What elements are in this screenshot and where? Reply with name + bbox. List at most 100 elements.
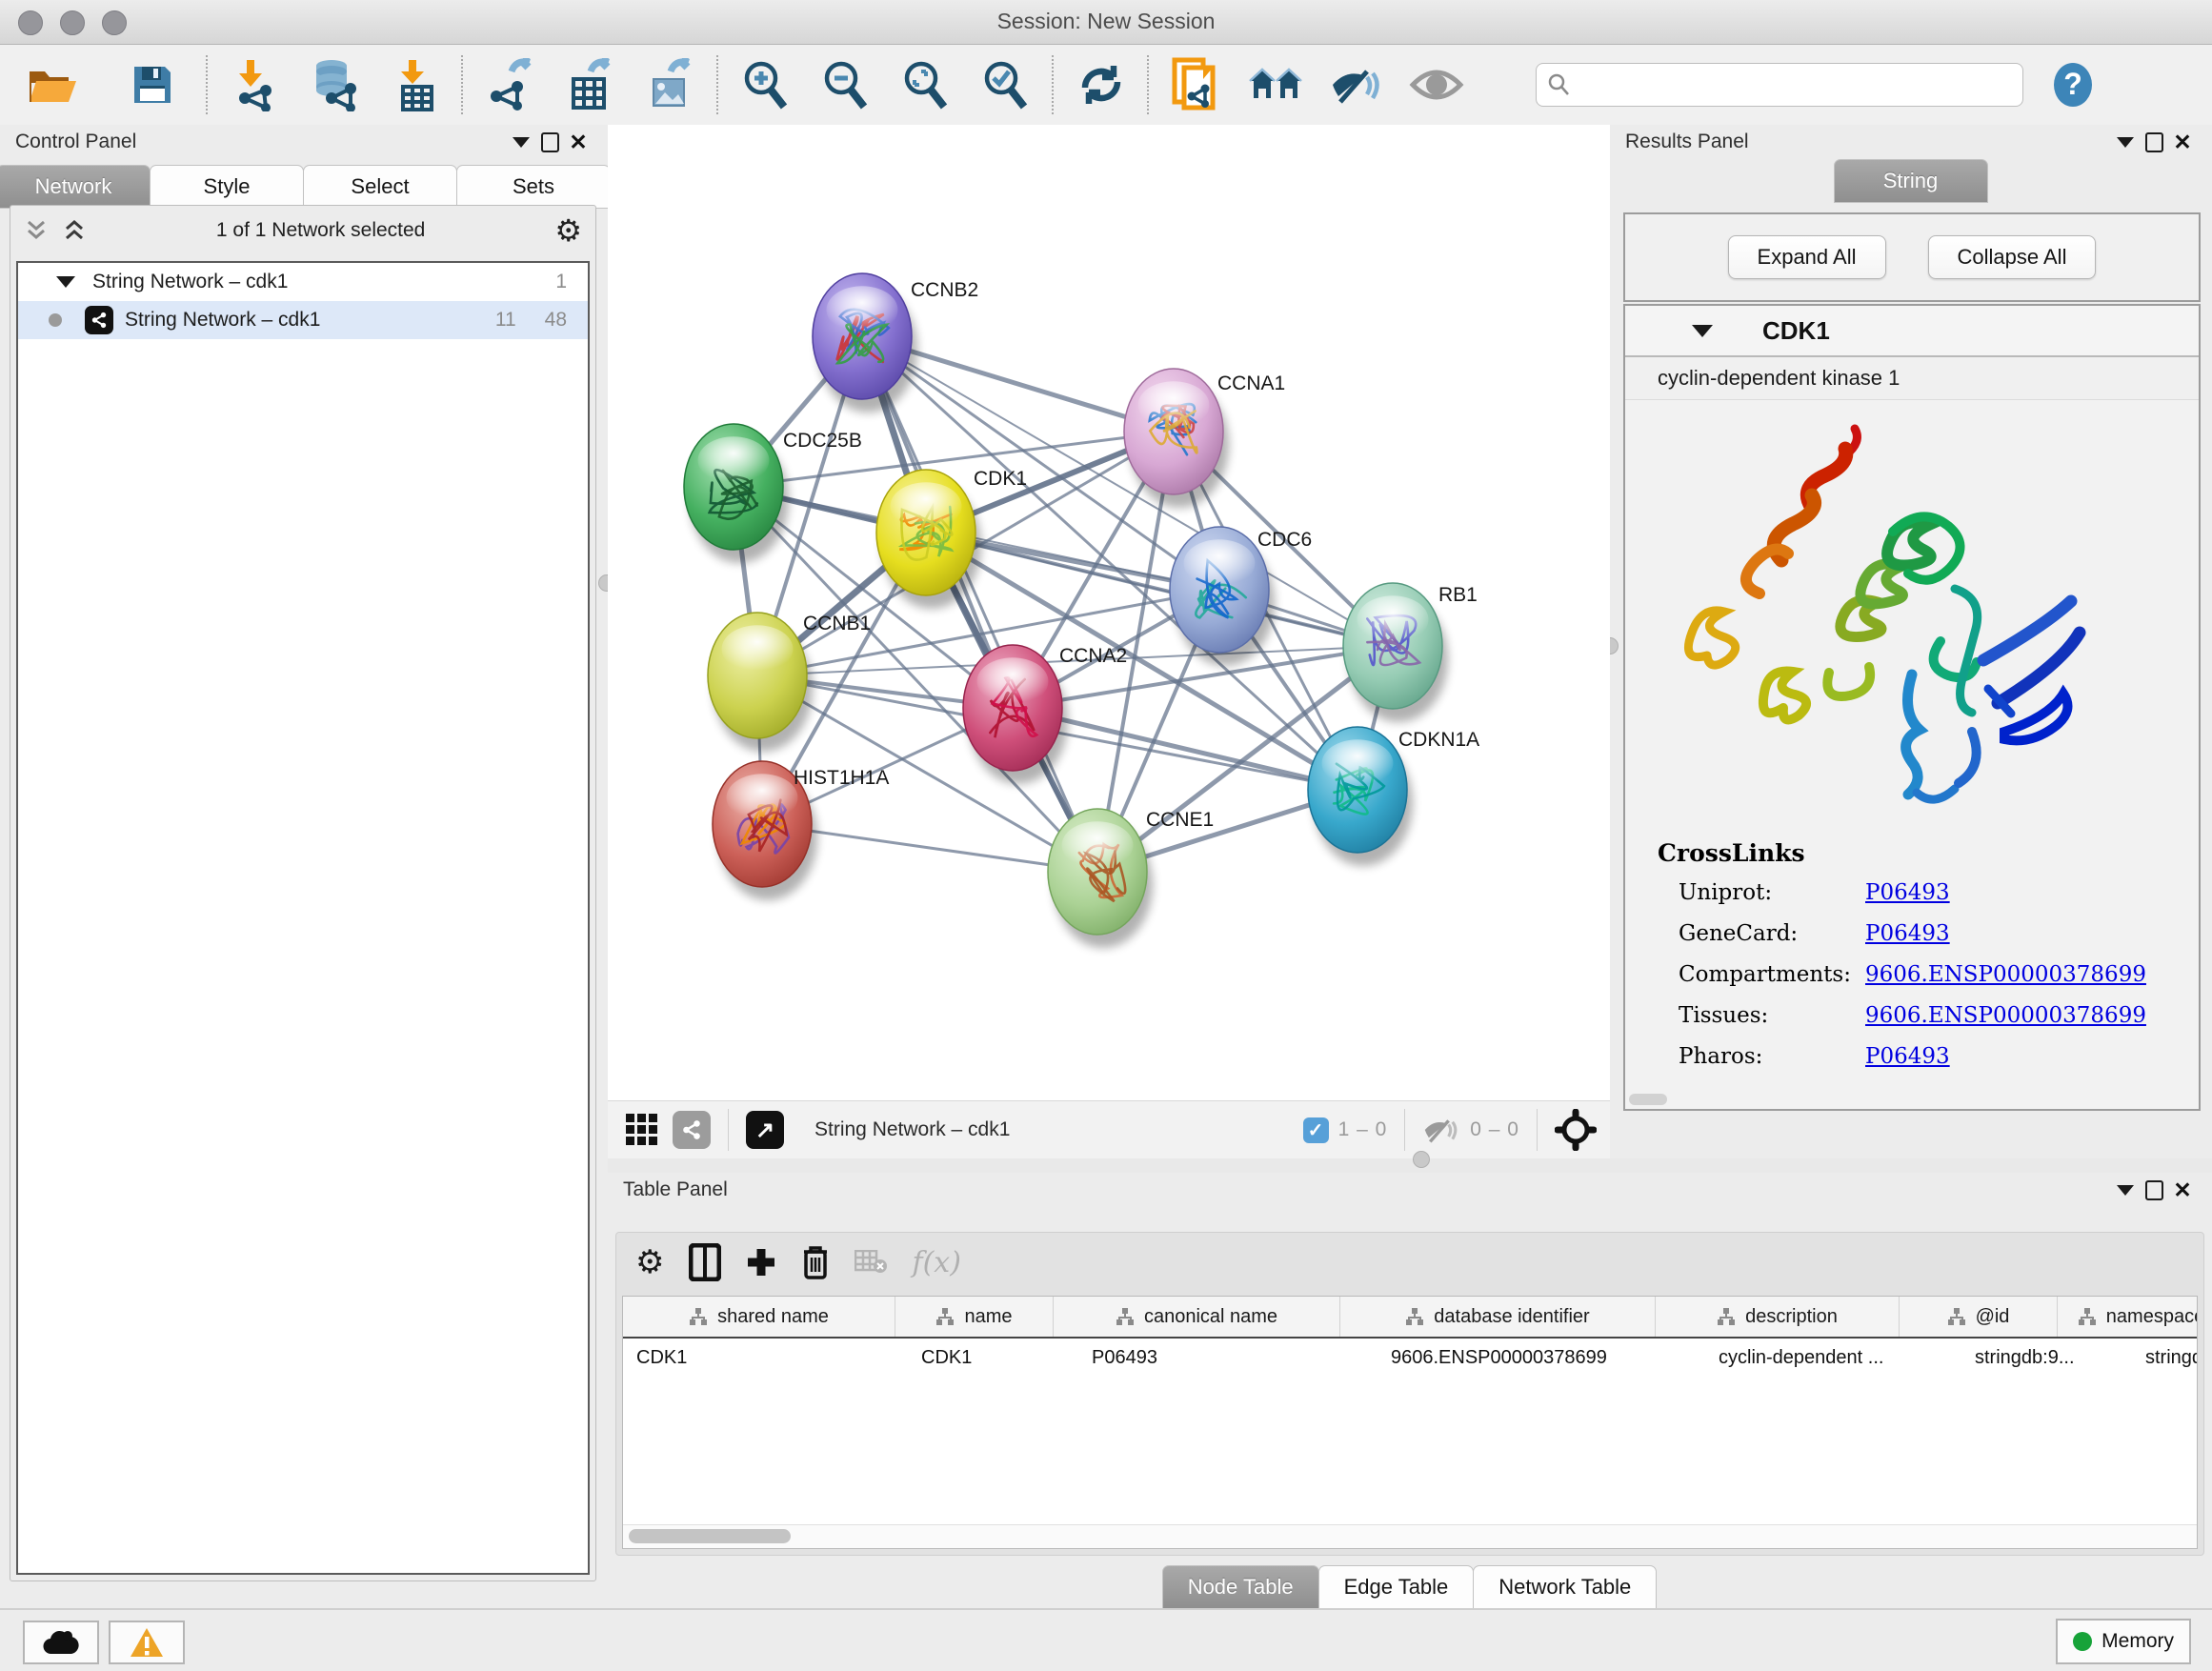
- tab-network[interactable]: Network: [0, 165, 151, 209]
- scrollbar-thumb[interactable]: [1629, 1094, 1667, 1105]
- export-image-button[interactable]: [631, 51, 711, 118]
- tab-sets[interactable]: Sets: [456, 165, 611, 209]
- table-cell[interactable]: CDK1: [908, 1339, 1078, 1377]
- scrollbar-thumb[interactable]: [629, 1529, 791, 1543]
- expand-all-networks-button[interactable]: [62, 218, 87, 243]
- tree-expander-icon[interactable]: [56, 276, 75, 288]
- expand-all-button[interactable]: Expand All: [1728, 235, 1886, 279]
- collapse-all-networks-button[interactable]: [24, 218, 49, 243]
- horizontal-splitter-handle[interactable]: [1413, 1151, 1430, 1168]
- table-cell[interactable]: stringdb: [2132, 1339, 2198, 1377]
- crosslink-link[interactable]: P06493: [1865, 1044, 1950, 1069]
- crosslink-link[interactable]: 9606.ENSP00000378699: [1865, 962, 2146, 987]
- apply-layout-button[interactable]: [1061, 51, 1141, 118]
- column-header-database-identifier[interactable]: database identifier: [1340, 1297, 1656, 1337]
- network-node-CCNE1[interactable]: [1048, 809, 1153, 948]
- column-header-namespace[interactable]: namespace: [2058, 1297, 2198, 1337]
- network-node-CCNA2[interactable]: [963, 645, 1068, 784]
- fit-content-button[interactable]: [886, 51, 966, 118]
- network-node-CCNB1[interactable]: [708, 613, 813, 752]
- table-cell[interactable]: CDK1: [623, 1339, 908, 1377]
- network-node-CCNB2[interactable]: [813, 273, 917, 413]
- network-edge[interactable]: [926, 533, 1393, 646]
- zoom-in-button[interactable]: [726, 51, 806, 118]
- horizontal-scrollbar[interactable]: [623, 1524, 2197, 1548]
- fit-content-icon: [900, 59, 952, 111]
- save-session-button[interactable]: [105, 51, 200, 118]
- selected-checkbox[interactable]: ✓: [1303, 1117, 1329, 1143]
- delete-columns-button[interactable]: [801, 1241, 830, 1283]
- show-all-button[interactable]: [1397, 51, 1477, 118]
- crosslink-link[interactable]: P06493: [1865, 880, 1950, 905]
- import-network-database-button[interactable]: [295, 51, 375, 118]
- node-entry-header[interactable]: CDK1: [1625, 306, 2199, 357]
- cloud-status-button[interactable]: [23, 1621, 99, 1664]
- tab-string[interactable]: String: [1834, 159, 1988, 203]
- collapse-entry-icon[interactable]: [1692, 325, 1713, 337]
- network-node-CDKN1A[interactable]: [1308, 727, 1413, 866]
- delete-table-button[interactable]: [855, 1241, 887, 1283]
- import-table-file-button[interactable]: [375, 51, 455, 118]
- panel-splitter[interactable]: [608, 1158, 2212, 1173]
- panel-float-button[interactable]: [535, 130, 564, 154]
- refresh-icon: [1076, 61, 1127, 109]
- search-field[interactable]: [1536, 63, 2023, 107]
- column-header-shared-name[interactable]: shared name: [623, 1297, 895, 1337]
- network-edge[interactable]: [862, 336, 1097, 872]
- export-table-button[interactable]: [551, 51, 631, 118]
- import-network-file-button[interactable]: [215, 51, 295, 118]
- table-row[interactable]: CDK1CDK1P064939606.ENSP00000378699cyclin…: [623, 1339, 2197, 1377]
- birdseye-grid-button[interactable]: [621, 1109, 663, 1151]
- collapse-all-button[interactable]: Collapse All: [1928, 235, 2097, 279]
- panel-collapse-button[interactable]: [2111, 130, 2140, 154]
- table-options-button[interactable]: ⚙: [635, 1241, 664, 1283]
- panel-close-button[interactable]: ✕: [2168, 1178, 2197, 1202]
- network-node-RB1[interactable]: [1343, 583, 1448, 722]
- zoom-selected-button[interactable]: [966, 51, 1046, 118]
- table-cell[interactable]: P06493: [1078, 1339, 1377, 1377]
- network-node-CDC25B[interactable]: [684, 424, 789, 563]
- network-node-CDK1[interactable]: [876, 470, 981, 609]
- tab-node-table[interactable]: Node Table: [1162, 1565, 1319, 1609]
- zoom-out-button[interactable]: [806, 51, 886, 118]
- crosslink-link[interactable]: P06493: [1865, 921, 1950, 946]
- panel-close-button[interactable]: ✕: [564, 130, 593, 154]
- clone-network-button[interactable]: [1156, 51, 1237, 118]
- column-header-description[interactable]: description: [1656, 1297, 1900, 1337]
- panel-collapse-button[interactable]: [2111, 1178, 2140, 1202]
- create-column-button[interactable]: [746, 1241, 776, 1283]
- panel-float-button[interactable]: [2140, 130, 2168, 154]
- column-header-canonical-name[interactable]: canonical name: [1054, 1297, 1340, 1337]
- warnings-button[interactable]: [109, 1621, 185, 1664]
- export-network-button[interactable]: [471, 51, 551, 118]
- quick-search-input[interactable]: [1571, 73, 2013, 97]
- network-canvas[interactable]: CCNB2CCNA1CDC25BCDK1CDC6RB1CCNB1CCNA2CDK…: [608, 125, 1610, 1100]
- column-header--id[interactable]: @id: [1900, 1297, 2058, 1337]
- navigator-button[interactable]: ↗: [746, 1111, 784, 1149]
- hide-selected-button[interactable]: [1317, 51, 1397, 118]
- help-button[interactable]: ?: [2048, 60, 2098, 110]
- network-collection-row[interactable]: String Network – cdk1 1: [18, 263, 588, 301]
- column-header-name[interactable]: name: [895, 1297, 1054, 1337]
- show-columns-button[interactable]: [689, 1241, 721, 1283]
- network-type-button[interactable]: [673, 1111, 711, 1149]
- network-row[interactable]: String Network – cdk1 11 48: [18, 301, 588, 339]
- function-builder-button[interactable]: f(x): [912, 1246, 960, 1279]
- center-view-button[interactable]: [1555, 1109, 1597, 1151]
- panel-collapse-button[interactable]: [507, 130, 535, 154]
- memory-button[interactable]: Memory: [2056, 1619, 2191, 1664]
- panel-float-button[interactable]: [2140, 1178, 2168, 1202]
- crosslink-link[interactable]: 9606.ENSP00000378699: [1865, 1003, 2146, 1028]
- network-options-button[interactable]: ⚙: [554, 215, 582, 246]
- tab-edge-table[interactable]: Edge Table: [1318, 1565, 1475, 1609]
- open-session-button[interactable]: [0, 51, 105, 118]
- vertical-splitter-handle[interactable]: [1610, 637, 1619, 654]
- tab-select[interactable]: Select: [303, 165, 457, 209]
- table-cell[interactable]: 9606.ENSP00000378699: [1377, 1339, 1705, 1377]
- tab-network-table[interactable]: Network Table: [1473, 1565, 1657, 1609]
- string-home-button[interactable]: [1237, 51, 1317, 118]
- tab-style[interactable]: Style: [150, 165, 304, 209]
- panel-close-button[interactable]: ✕: [2168, 130, 2197, 154]
- table-cell[interactable]: cyclin-dependent ...: [1705, 1339, 1961, 1377]
- table-cell[interactable]: stringdb:9...: [1961, 1339, 2132, 1377]
